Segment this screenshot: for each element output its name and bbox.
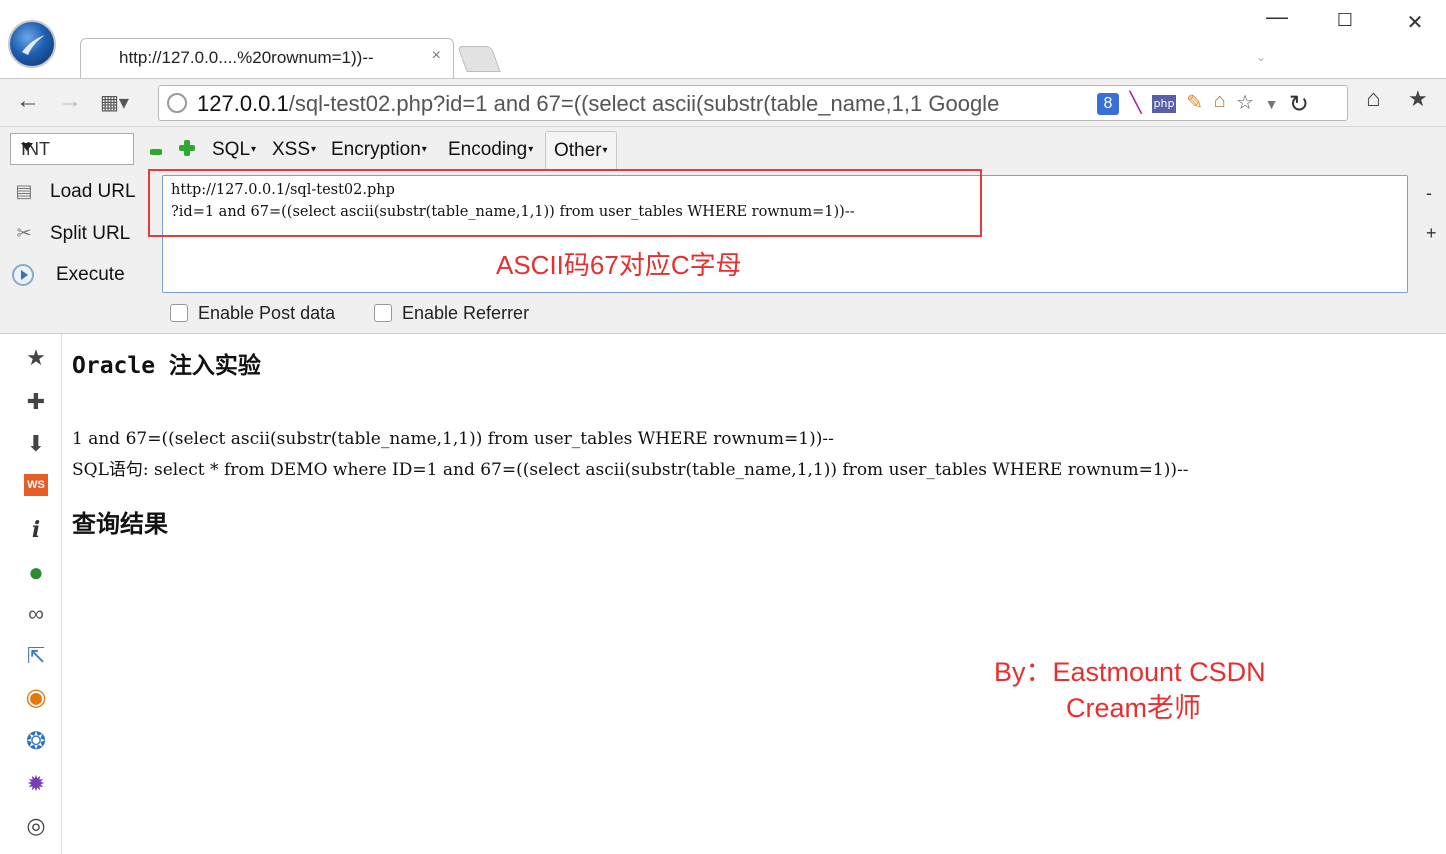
execute-button[interactable]: Execute bbox=[12, 264, 125, 286]
puzzle-piece-icon[interactable]: ✚ bbox=[22, 388, 50, 416]
minimize-button[interactable]: — bbox=[1254, 4, 1300, 30]
shrink-textarea-button[interactable]: - bbox=[1426, 183, 1432, 204]
hackbar-panel: INT SQL▾ XSS▾ Encryption▾ Encoding▾ Othe… bbox=[0, 126, 1446, 334]
select-arrow-icon bbox=[21, 143, 33, 151]
feather-icon[interactable]: ╲ bbox=[1129, 90, 1141, 115]
split-url-button[interactable]: ✂ Split URL bbox=[12, 223, 130, 245]
maximize-button[interactable]: ☐ bbox=[1322, 10, 1368, 31]
house-extension-icon[interactable]: ⌂ bbox=[1214, 90, 1226, 113]
star-icon[interactable]: ★ bbox=[22, 344, 50, 372]
puzzle-icon[interactable]: ✎ bbox=[1186, 90, 1203, 115]
credit-author: By：Eastmount CSDN bbox=[994, 657, 1266, 687]
tab-title: http://127.0.0....%20rownum=1))-- bbox=[119, 48, 374, 67]
globe-icon bbox=[167, 93, 187, 113]
apps-grid-icon[interactable]: ▦▾ bbox=[100, 90, 129, 115]
result-heading: 查询结果 bbox=[72, 510, 168, 538]
star-outline-icon[interactable]: ☆ bbox=[1236, 90, 1254, 115]
home-icon[interactable]: ⌂ bbox=[1366, 85, 1381, 113]
bookmark-star-icon[interactable]: ★ bbox=[1408, 86, 1428, 112]
menu-sql[interactable]: SQL▾ bbox=[212, 139, 256, 161]
injected-input-line: 1 and 67=((select ascii(substr(table_nam… bbox=[72, 429, 834, 449]
play-icon bbox=[12, 264, 34, 286]
swirl-icon[interactable]: ❂ bbox=[22, 728, 50, 756]
virus-icon[interactable]: ✹ bbox=[22, 770, 50, 798]
chevron-down-icon[interactable]: ▼ bbox=[1265, 96, 1279, 112]
download-arrow-icon[interactable]: ⬇ bbox=[22, 430, 50, 458]
sidebar: ★ ✚ ⬇ WS i ● ∞ ⇱ ◉ ❂ ✹ ◎ bbox=[10, 334, 62, 854]
scissors-icon: ✂ bbox=[16, 223, 32, 243]
info-icon[interactable]: i bbox=[22, 516, 50, 544]
new-tab-button[interactable] bbox=[457, 46, 501, 72]
url-path: /sql-test02.php?id=1 and 67=((select asc… bbox=[288, 91, 923, 116]
green-globe-icon[interactable]: ● bbox=[22, 558, 50, 586]
menu-xss[interactable]: XSS▾ bbox=[272, 139, 316, 161]
plus-icon[interactable] bbox=[178, 139, 196, 157]
reload-icon[interactable]: ↻ bbox=[1289, 90, 1309, 119]
minus-icon[interactable] bbox=[150, 149, 162, 155]
browser-tab[interactable]: http://127.0.0....%20rownum=1))-- × bbox=[80, 38, 454, 78]
url-host: 127.0.0.1 bbox=[197, 91, 289, 116]
tab-close-icon[interactable]: × bbox=[432, 47, 441, 65]
menu-encoding[interactable]: Encoding▾ bbox=[448, 139, 533, 161]
ascii-annotation: ASCII码67对应C字母 bbox=[496, 250, 742, 280]
menu-other[interactable]: Other▾ bbox=[545, 131, 617, 171]
tab-list-chevron-icon[interactable]: ⌄ bbox=[1256, 50, 1266, 64]
menu-encryption[interactable]: Encryption▾ bbox=[331, 139, 427, 161]
navigation-bar: ← → ▦▾ 127.0.0.1/sql-test02.php?id=1 and… bbox=[0, 78, 1446, 126]
search-engine-label: Google bbox=[928, 91, 1000, 116]
load-url-icon: ▤ bbox=[15, 181, 33, 201]
extension-icons: 8 ╲ php ✎ ⌂ ☆ ▼ ↻ bbox=[1097, 90, 1315, 118]
address-bar[interactable]: 127.0.0.1/sql-test02.php?id=1 and 67=((s… bbox=[158, 85, 1348, 121]
address-url[interactable]: 127.0.0.1/sql-test02.php?id=1 and 67=((s… bbox=[197, 91, 999, 117]
sql-statement-line: SQL语句: select * from DEMO where ID=1 and… bbox=[72, 460, 1189, 480]
browser-logo-icon[interactable] bbox=[8, 20, 56, 68]
type-select[interactable]: INT bbox=[10, 133, 134, 165]
checkbox-box[interactable] bbox=[170, 304, 188, 322]
checkbox-box[interactable] bbox=[374, 304, 392, 322]
load-url-button[interactable]: ▤ Load URL bbox=[12, 181, 135, 203]
page-title: Oracle 注入实验 bbox=[72, 353, 261, 379]
link-chain-icon[interactable]: ∞ bbox=[22, 600, 50, 628]
credit-teacher: Cream老师 bbox=[1066, 693, 1202, 723]
php-icon[interactable]: php bbox=[1151, 95, 1176, 113]
highlight-box bbox=[148, 169, 982, 237]
page-content: Oracle 注入实验 1 and 67=((select ascii(subs… bbox=[72, 334, 1442, 854]
back-button[interactable]: ← bbox=[16, 87, 40, 115]
enable-referrer-checkbox[interactable]: Enable Referrer bbox=[374, 303, 529, 324]
cursor-select-icon[interactable]: ⇱ bbox=[22, 642, 50, 670]
enable-post-checkbox[interactable]: Enable Post data bbox=[170, 303, 335, 324]
expand-textarea-button[interactable]: + bbox=[1426, 223, 1437, 244]
orange-circle-icon[interactable]: ◉ bbox=[22, 684, 50, 712]
close-window-button[interactable]: ✕ bbox=[1392, 10, 1438, 35]
web-scarab-icon[interactable]: WS bbox=[24, 474, 48, 496]
palette-icon[interactable]: ◎ bbox=[22, 812, 50, 840]
title-bar: http://127.0.0....%20rownum=1))-- × — ☐ … bbox=[0, 0, 1446, 78]
google-translate-icon[interactable]: 8 bbox=[1097, 93, 1119, 115]
forward-button[interactable]: → bbox=[58, 87, 82, 115]
